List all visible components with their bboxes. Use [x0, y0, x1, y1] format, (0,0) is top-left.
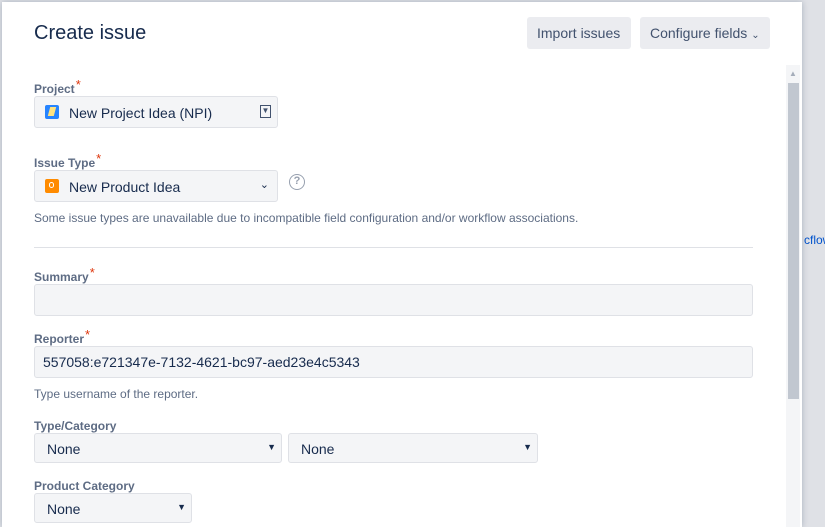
- project-label-text: Project: [34, 82, 75, 96]
- import-issues-button[interactable]: Import issues: [527, 17, 631, 49]
- dialog-title: Create issue: [34, 22, 147, 44]
- issue-type-select-value: New Product Idea: [69, 179, 181, 195]
- dropdown-arrow-icon: ▼: [523, 442, 532, 452]
- create-issue-dialog: Create issue Import issues Configure fie…: [2, 2, 802, 527]
- type-category-label: Type/Category: [34, 419, 117, 433]
- configure-fields-button[interactable]: Configure fields ⌄: [640, 17, 770, 49]
- lightbulb-icon: [45, 179, 59, 193]
- dropdown-arrow-icon: ▼: [177, 502, 186, 512]
- dropdown-arrow-icon: ▼: [267, 442, 276, 452]
- scroll-up-arrow-icon[interactable]: ▲: [786, 67, 800, 81]
- issue-type-select[interactable]: New Product Idea ⌄: [34, 170, 278, 202]
- reporter-label-text: Reporter: [34, 332, 85, 346]
- background-workflow-link: cflow: [804, 233, 825, 247]
- required-marker: *: [89, 265, 95, 280]
- type-category-select-value: None: [47, 441, 81, 457]
- summary-input[interactable]: [34, 284, 753, 316]
- project-select[interactable]: New Project Idea (NPI) ▼: [34, 96, 278, 128]
- issue-type-label: Issue Type*: [34, 151, 101, 170]
- required-marker: *: [75, 77, 81, 92]
- scrollbar-thumb[interactable]: [788, 83, 799, 399]
- reporter-label: Reporter*: [34, 327, 90, 346]
- required-marker: *: [96, 151, 102, 166]
- reporter-hint: Type username of the reporter.: [34, 387, 199, 401]
- issue-type-note: Some issue types are unavailable due to …: [34, 211, 579, 225]
- dropdown-arrow-icon: ▼: [260, 105, 271, 118]
- project-label: Project*: [34, 77, 81, 96]
- chevron-down-icon: ⌄: [751, 30, 760, 41]
- reporter-input[interactable]: [34, 346, 753, 378]
- required-marker: *: [85, 327, 91, 342]
- chevron-down-icon: ⌄: [259, 179, 269, 191]
- type-category-select[interactable]: None ▼: [34, 433, 282, 463]
- issue-type-label-text: Issue Type: [34, 156, 96, 170]
- type-subcategory-select-value: None: [301, 441, 335, 457]
- project-avatar-icon: [45, 105, 59, 119]
- product-category-select[interactable]: None ▼: [34, 493, 192, 523]
- dialog-scrollbar[interactable]: ▲: [786, 65, 800, 527]
- question-circle-icon[interactable]: ?: [289, 174, 305, 190]
- summary-label-text: Summary: [34, 270, 89, 284]
- summary-label: Summary*: [34, 265, 95, 284]
- section-divider: [34, 247, 753, 248]
- product-category-label: Product Category: [34, 479, 135, 493]
- type-subcategory-select[interactable]: None ▼: [288, 433, 538, 463]
- product-category-select-value: None: [47, 501, 81, 517]
- configure-fields-label: Configure fields: [650, 25, 748, 41]
- project-select-value: New Project Idea (NPI): [69, 105, 213, 121]
